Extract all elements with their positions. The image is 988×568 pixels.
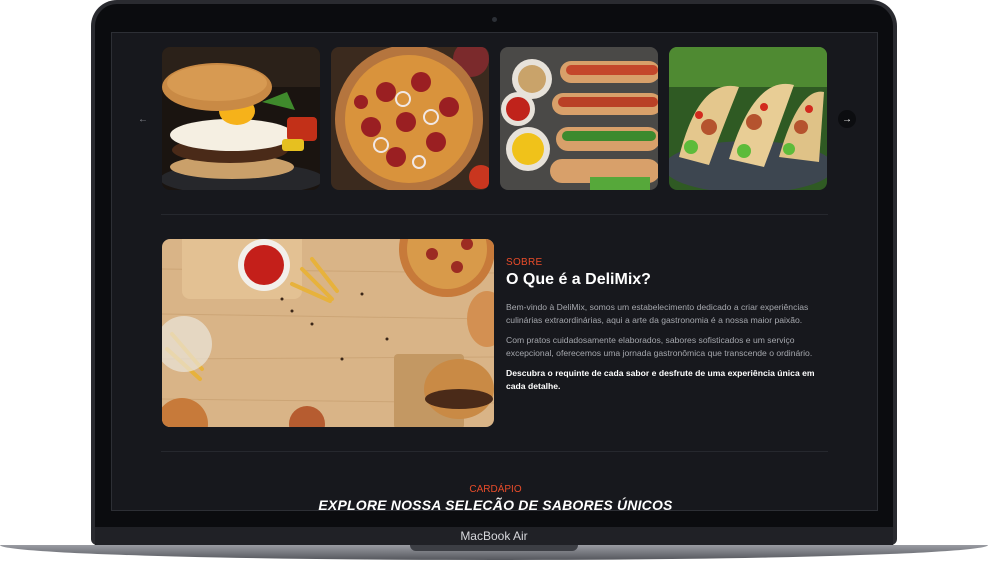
- carousel-prev-button[interactable]: ←: [134, 110, 152, 128]
- section-divider: [161, 214, 828, 215]
- menu-section-header: CARDÁPIO EXPLORE NOSSA SELEÇÃO DE SABORE…: [112, 484, 877, 511]
- laptop-notch: [410, 545, 578, 551]
- device-label: MacBook Air: [460, 529, 528, 543]
- about-eyebrow: SOBRE: [506, 257, 543, 268]
- about-title: O Que é a DeliMix?: [506, 271, 651, 288]
- carousel-card-burger[interactable]: [162, 47, 320, 190]
- about-paragraph-3: Descubra o requinte de cada sabor e desf…: [506, 368, 815, 391]
- carousel-next-button[interactable]: →: [838, 110, 856, 128]
- menu-eyebrow: CARDÁPIO: [469, 484, 522, 495]
- arrow-left-icon: ←: [138, 113, 148, 125]
- tacos-photo: [669, 47, 827, 190]
- section-divider: [161, 451, 828, 452]
- hotdogs-photo: [500, 47, 658, 190]
- arrow-right-icon: →: [842, 113, 852, 125]
- carousel-card-tacos[interactable]: [669, 47, 827, 190]
- carousel-card-hotdogs[interactable]: [500, 47, 658, 190]
- screen: ← → SOBRE O Que é a DeliMix? Bem-vindo à…: [111, 32, 878, 511]
- about-image: [162, 239, 494, 427]
- fast-food-table-photo: [162, 239, 494, 427]
- about-section: SOBRE O Que é a DeliMix? Bem-vindo à Del…: [506, 257, 826, 392]
- burger-photo: [162, 47, 320, 190]
- camera-icon: [492, 17, 497, 22]
- about-paragraph-2: Com pratos cuidadosamente elaborados, sa…: [506, 335, 813, 358]
- pizza-photo: [331, 47, 489, 190]
- menu-title: EXPLORE NOSSA SELEÇÃO DE SABORES ÚNICOS: [318, 497, 673, 511]
- about-paragraph-1: Bem-vindo à DeliMix, somos um estabeleci…: [506, 302, 809, 325]
- carousel-card-pizza[interactable]: [331, 47, 489, 190]
